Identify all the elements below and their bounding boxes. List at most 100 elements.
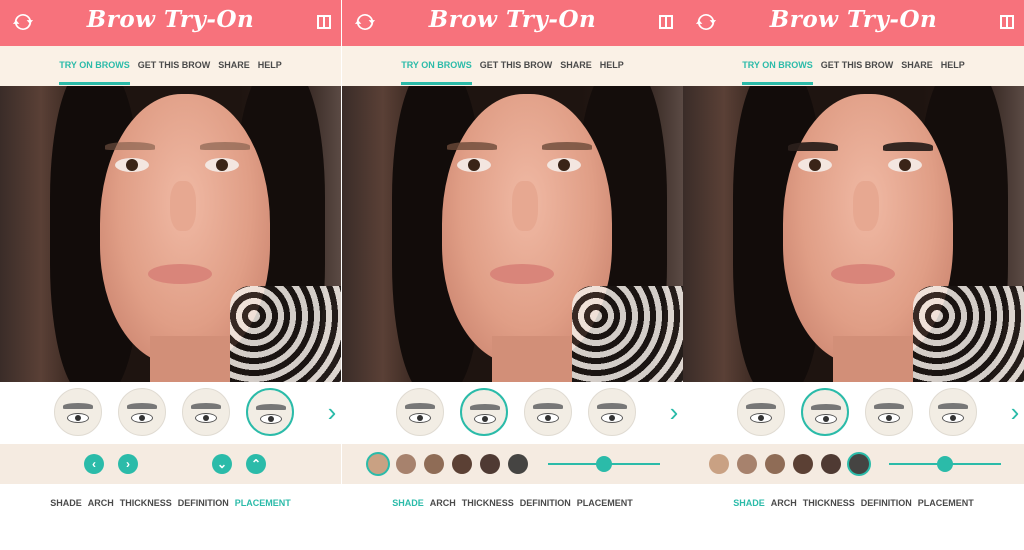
nose [512,181,538,231]
move-down-button[interactable]: ⌄ [212,454,232,474]
tab-arch[interactable]: ARCH [771,498,797,508]
compare-view-icon[interactable] [1000,15,1014,29]
brow-style-option[interactable] [929,388,977,436]
app-title: Brow Try-On [428,6,597,33]
tab-thickness[interactable]: THICKNESS [120,498,172,508]
tab-help[interactable]: HELP [941,60,965,86]
shade-swatch[interactable] [765,454,785,474]
top-nav: TRY ON BROWS GET THIS BROW SHARE HELP [342,46,683,86]
tab-definition[interactable]: DEFINITION [178,498,229,508]
shade-swatch[interactable] [396,454,416,474]
tab-try-on-brows[interactable]: TRY ON BROWS [59,60,130,86]
scarf [913,286,1024,382]
brow-style-option[interactable] [524,388,572,436]
brow-overlay-right[interactable] [883,142,933,151]
brow-style-row: › [0,382,341,444]
intensity-slider-thumb[interactable] [596,456,612,472]
brow-style-option[interactable] [54,388,102,436]
nose [853,181,879,231]
bottom-tabs: SHADE ARCH THICKNESS DEFINITION PLACEMEN… [683,484,1024,550]
lips [490,264,554,284]
brow-overlay-left[interactable] [105,142,155,150]
tab-help[interactable]: HELP [258,60,282,86]
tab-shade[interactable]: SHADE [733,498,765,508]
placement-controls: ‹ › ⌄ ⌃ [0,444,341,484]
intensity-slider-thumb[interactable] [937,456,953,472]
shade-swatch[interactable] [508,454,528,474]
tab-placement[interactable]: PLACEMENT [235,498,291,508]
neck [833,336,913,382]
top-nav: TRY ON BROWS GET THIS BROW SHARE HELP [0,46,341,86]
brow-style-option-selected[interactable] [460,388,508,436]
move-up-button[interactable]: ⌃ [246,454,266,474]
brow-style-option-selected[interactable] [246,388,294,436]
shade-swatch[interactable] [424,454,444,474]
tab-try-on-brows[interactable]: TRY ON BROWS [401,60,472,86]
nose [170,181,196,231]
shade-swatch[interactable] [368,454,388,474]
brow-style-option[interactable] [118,388,166,436]
app-screen-placement: Brow Try-On TRY ON BROWS GET THIS BROW S… [0,0,341,550]
app-header: Brow Try-On [0,0,341,46]
bottom-tabs: SHADE ARCH THICKNESS DEFINITION PLACEMEN… [0,484,341,550]
scarf [572,286,683,382]
tab-share[interactable]: SHARE [901,60,933,86]
shade-swatch[interactable] [452,454,472,474]
chevron-right-icon[interactable]: › [1006,399,1024,425]
tab-shade[interactable]: SHADE [50,498,82,508]
tab-arch[interactable]: ARCH [430,498,456,508]
top-nav: TRY ON BROWS GET THIS BROW SHARE HELP [683,46,1024,86]
tab-share[interactable]: SHARE [560,60,592,86]
brow-overlay-right[interactable] [542,142,592,150]
brow-overlay-left[interactable] [447,142,497,150]
brow-style-option[interactable] [588,388,636,436]
brow-style-row: › [342,382,683,444]
shade-swatch[interactable] [793,454,813,474]
tab-help[interactable]: HELP [600,60,624,86]
app-header: Brow Try-On [683,0,1024,46]
brow-style-option[interactable] [396,388,444,436]
tab-placement[interactable]: PLACEMENT [918,498,974,508]
eye [798,158,832,172]
brow-style-option[interactable] [737,388,785,436]
brow-style-option[interactable] [182,388,230,436]
shade-swatch[interactable] [480,454,500,474]
brow-overlay-left[interactable] [788,142,838,151]
move-left-button[interactable]: ‹ [84,454,104,474]
compare-view-icon[interactable] [659,15,673,29]
tab-get-this-brow[interactable]: GET THIS BROW [821,60,894,86]
tab-try-on-brows[interactable]: TRY ON BROWS [742,60,813,86]
face-photo [342,86,683,382]
brow-style-option-selected[interactable] [801,388,849,436]
shade-swatch[interactable] [737,454,757,474]
brow-style-option[interactable] [865,388,913,436]
chevron-right-icon[interactable]: › [323,399,341,425]
move-right-button[interactable]: › [118,454,138,474]
shade-controls [683,444,1024,484]
brow-overlay-right[interactable] [200,142,250,150]
tab-definition[interactable]: DEFINITION [861,498,912,508]
scarf [230,286,341,382]
tab-shade[interactable]: SHADE [392,498,424,508]
neck [150,336,230,382]
tab-get-this-brow[interactable]: GET THIS BROW [480,60,553,86]
tab-thickness[interactable]: THICKNESS [462,498,514,508]
tab-placement[interactable]: PLACEMENT [577,498,633,508]
tab-share[interactable]: SHARE [218,60,250,86]
tab-definition[interactable]: DEFINITION [520,498,571,508]
compare-view-icon[interactable] [317,15,331,29]
face-photo [683,86,1024,382]
app-title: Brow Try-On [86,6,255,33]
eye [457,158,491,172]
lips [148,264,212,284]
chevron-right-icon[interactable]: › [665,399,683,425]
shade-controls [342,444,683,484]
shade-swatch[interactable] [849,454,869,474]
tab-arch[interactable]: ARCH [88,498,114,508]
bottom-tabs: SHADE ARCH THICKNESS DEFINITION PLACEMEN… [342,484,683,550]
tab-get-this-brow[interactable]: GET THIS BROW [138,60,211,86]
shade-swatch[interactable] [709,454,729,474]
shade-swatch[interactable] [821,454,841,474]
app-screen-shade-dark: Brow Try-On TRY ON BROWS GET THIS BROW S… [683,0,1024,550]
tab-thickness[interactable]: THICKNESS [803,498,855,508]
